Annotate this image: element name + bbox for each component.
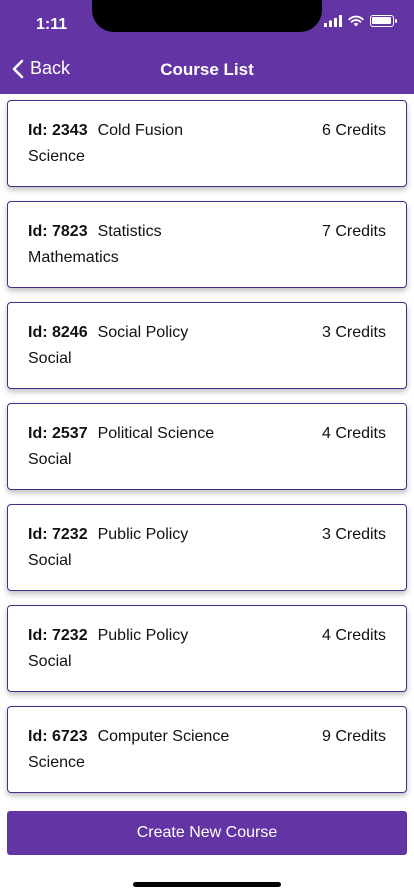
course-name: Computer Science	[97, 728, 230, 745]
course-list: Id: 2343 Cold Fusion 6 Credits Science I…	[7, 100, 407, 807]
course-credits: 6 Credits	[321, 122, 386, 139]
course-name: Cold Fusion	[97, 122, 183, 139]
course-card[interactable]: Id: 2343 Cold Fusion 6 Credits Science	[7, 100, 407, 187]
status-icons	[324, 15, 397, 27]
course-department: Social	[28, 552, 72, 569]
course-card[interactable]: Id: 8246 Social Policy 3 Credits Social	[7, 302, 407, 389]
signal-icon	[324, 15, 342, 27]
course-credits: 3 Credits	[321, 324, 386, 341]
course-id: Id: 2537	[28, 425, 88, 442]
course-id: Id: 8246	[28, 324, 88, 341]
course-card[interactable]: Id: 2537 Political Science 4 Credits Soc…	[7, 403, 407, 490]
course-id: Id: 7232	[28, 526, 88, 543]
course-name: Public Policy	[97, 526, 189, 543]
course-id: Id: 7232	[28, 627, 88, 644]
course-credits: 4 Credits	[321, 425, 386, 442]
course-department: Mathematics	[28, 249, 119, 266]
course-department: Science	[28, 754, 85, 771]
course-id: Id: 6723	[28, 728, 88, 745]
course-name: Statistics	[97, 223, 162, 240]
course-name: Social Policy	[97, 324, 189, 341]
course-card[interactable]: Id: 7232 Public Policy 4 Credits Social	[7, 605, 407, 692]
create-course-button[interactable]: Create New Course	[7, 811, 407, 855]
course-card[interactable]: Id: 7232 Public Policy 3 Credits Social	[7, 504, 407, 591]
course-card[interactable]: Id: 7823 Statistics 7 Credits Mathematic…	[7, 201, 407, 288]
course-department: Social	[28, 451, 72, 468]
course-card[interactable]: Id: 6723 Computer Science 9 Credits Scie…	[7, 706, 407, 793]
nav-bar: Back Course List	[0, 44, 414, 94]
course-credits: 9 Credits	[321, 728, 386, 745]
status-bar: 1:11	[0, 0, 414, 44]
course-id: Id: 2343	[28, 122, 88, 139]
home-indicator[interactable]	[133, 882, 281, 887]
status-time: 1:11	[36, 16, 68, 33]
page-title: Course List	[160, 60, 254, 79]
course-credits: 7 Credits	[321, 223, 386, 240]
course-name: Public Policy	[97, 627, 189, 644]
course-department: Social	[28, 350, 72, 367]
wifi-icon	[348, 15, 364, 27]
course-name: Political Science	[97, 425, 215, 442]
device-notch	[92, 0, 322, 32]
course-id: Id: 7823	[28, 223, 88, 240]
course-department: Science	[28, 148, 85, 165]
battery-icon	[370, 15, 397, 27]
course-credits: 4 Credits	[321, 627, 386, 644]
course-credits: 3 Credits	[321, 526, 386, 543]
app-header: 1:11 Back Course List	[0, 0, 414, 94]
course-department: Social	[28, 653, 72, 670]
